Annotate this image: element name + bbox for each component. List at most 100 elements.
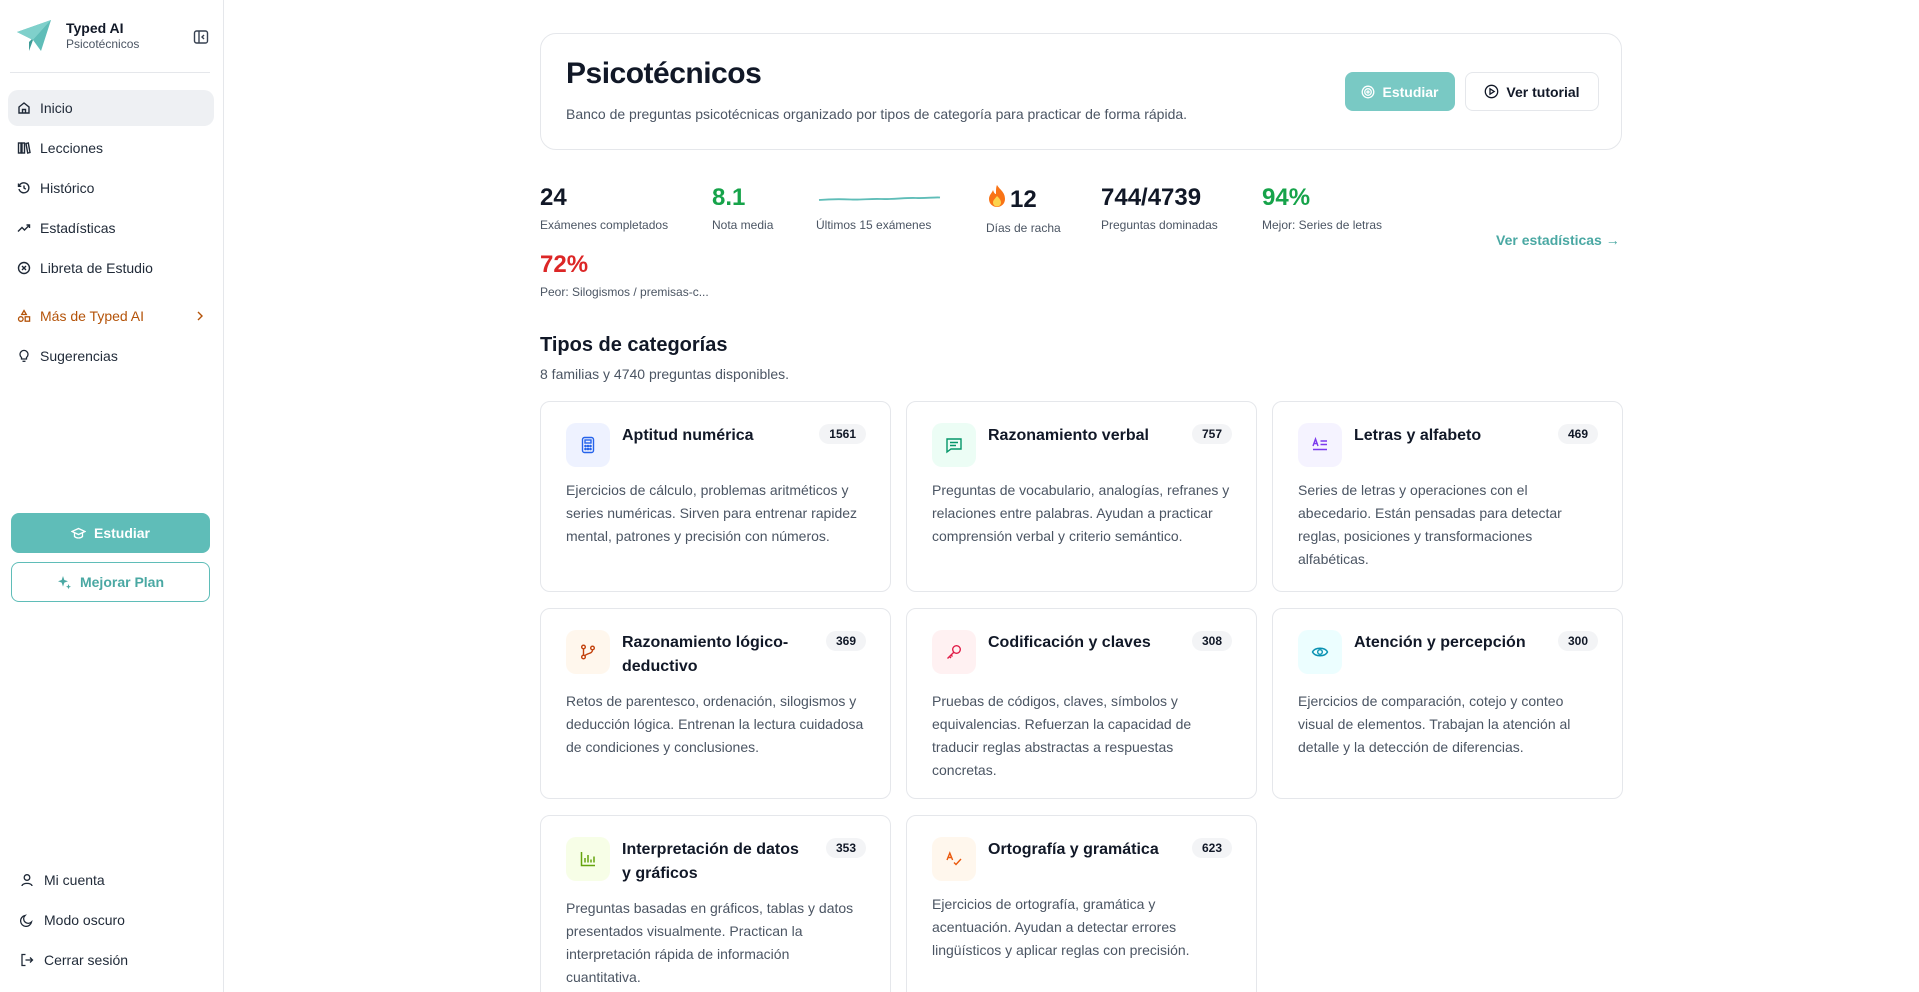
category-card-razonamiento-logico[interactable]: Razonamiento lógico-deductivo 369 Retos … bbox=[540, 608, 891, 799]
paper-plane-logo-icon bbox=[14, 16, 54, 56]
books-icon bbox=[17, 141, 31, 155]
header-study-button[interactable]: Estudiar bbox=[1345, 72, 1455, 111]
category-card-interpretacion-datos[interactable]: Interpretación de datos y gráficos 353 P… bbox=[540, 815, 891, 992]
stat-value: 8.1 bbox=[712, 184, 746, 211]
sidebar-item-mas-typed-ai[interactable]: Más de Typed AI bbox=[8, 298, 214, 334]
sidebar-item-inicio[interactable]: Inicio bbox=[8, 90, 214, 126]
stat-value: 72% bbox=[540, 251, 589, 278]
sparkles-icon bbox=[57, 575, 72, 590]
category-title: Ortografía y gramática bbox=[988, 841, 1159, 858]
alphabet-icon bbox=[1298, 423, 1342, 467]
stat-label: Nota media bbox=[712, 218, 774, 232]
category-title: Interpretación de datos y gráficos bbox=[622, 841, 799, 882]
sidebar-collapse-icon[interactable] bbox=[190, 26, 212, 48]
play-circle-icon bbox=[1484, 84, 1499, 99]
stat-label: Días de racha bbox=[986, 221, 1061, 235]
sidebar-item-label: Libreta de Estudio bbox=[40, 260, 153, 276]
my-account-item[interactable]: Mi cuenta bbox=[12, 860, 212, 900]
tutorial-button[interactable]: Ver tutorial bbox=[1465, 72, 1599, 111]
brand-subtitle: Psicotécnicos bbox=[66, 37, 140, 51]
trend-icon bbox=[17, 221, 31, 235]
category-count-badge: 353 bbox=[825, 838, 866, 858]
categories-subtitle: 8 familias y 4740 preguntas disponibles. bbox=[540, 366, 790, 382]
category-title: Aptitud numérica bbox=[622, 427, 754, 444]
category-description: Series de letras y operaciones con el ab… bbox=[1298, 482, 1562, 567]
fire-icon bbox=[986, 184, 1008, 215]
categories-title: Tipos de categorías bbox=[540, 334, 728, 356]
lightbulb-icon bbox=[17, 349, 31, 363]
category-description: Ejercicios de ortografía, gramática y ac… bbox=[932, 896, 1190, 958]
category-count-badge: 1561 bbox=[819, 424, 866, 444]
footer-item-label: Cerrar sesión bbox=[44, 952, 129, 968]
stat-label: Exámenes completados bbox=[540, 218, 669, 232]
category-count-badge: 369 bbox=[825, 631, 866, 651]
category-card-codificacion-claves[interactable]: Codificación y claves 308 Pruebas de cód… bbox=[906, 608, 1257, 799]
category-card-ortografia-gramatica[interactable]: Ortografía y gramática 623 Ejercicios de… bbox=[906, 815, 1257, 992]
sidebar-item-estadisticas[interactable]: Estadísticas bbox=[8, 210, 214, 246]
stat-trend: Últimos 15 exámenes bbox=[816, 184, 942, 232]
stat-worst: 72% Peor: Silogismos / premisas-c... bbox=[540, 251, 709, 299]
category-description: Ejercicios de comparación, cotejo y cont… bbox=[1298, 693, 1571, 755]
logout-item[interactable]: Cerrar sesión bbox=[12, 940, 212, 980]
category-title: Letras y alfabeto bbox=[1354, 427, 1482, 444]
user-icon bbox=[20, 873, 34, 887]
sidebar: Typed AI Psicotécnicos Inicio Lecciones … bbox=[0, 0, 224, 992]
category-description: Retos de parentesco, ordenación, silogis… bbox=[566, 693, 864, 755]
sidebar-footer: Mi cuenta Modo oscuro Cerrar sesión bbox=[12, 860, 212, 980]
key-icon bbox=[932, 630, 976, 674]
view-stats-link[interactable]: Ver estadísticas → bbox=[1496, 232, 1620, 248]
sidebar-item-label: Estadísticas bbox=[40, 220, 116, 236]
category-card-razonamiento-verbal[interactable]: Razonamiento verbal 757 Preguntas de voc… bbox=[906, 401, 1257, 592]
stat-label: Últimos 15 exámenes bbox=[816, 218, 932, 232]
category-card-aptitud-numerica[interactable]: Aptitud numérica 1561 Ejercicios de cálc… bbox=[540, 401, 891, 592]
category-count-badge: 300 bbox=[1557, 631, 1598, 651]
sidebar-item-label: Sugerencias bbox=[40, 348, 118, 364]
page-header-card: Psicotécnicos Banco de preguntas psicoté… bbox=[540, 33, 1622, 150]
footer-item-label: Modo oscuro bbox=[44, 912, 125, 928]
stat-streak: 12 Días de racha bbox=[986, 184, 1061, 235]
upgrade-plan-label: Mejorar Plan bbox=[79, 574, 165, 590]
brand-name: Typed AI bbox=[66, 20, 124, 36]
page-title: Psicotécnicos bbox=[566, 57, 762, 90]
stat-value: 94% bbox=[1262, 184, 1311, 211]
bar-chart-icon bbox=[566, 837, 610, 881]
upgrade-plan-button[interactable]: Mejorar Plan bbox=[11, 562, 210, 602]
stat-completed: 24 Exámenes completados bbox=[540, 184, 668, 232]
category-description: Ejercicios de cálculo, problemas aritmét… bbox=[566, 482, 858, 544]
sidebar-item-lecciones[interactable]: Lecciones bbox=[8, 130, 214, 166]
sidebar-study-button[interactable]: Estudiar bbox=[11, 513, 210, 553]
sidebar-study-label: Estudiar bbox=[93, 525, 150, 541]
branch-icon bbox=[566, 630, 610, 674]
dark-mode-item[interactable]: Modo oscuro bbox=[12, 900, 212, 940]
notebook-icon bbox=[17, 261, 31, 275]
sidebar-item-historico[interactable]: Histórico bbox=[8, 170, 214, 206]
sidebar-item-label: Más de Typed AI bbox=[40, 308, 145, 324]
stat-label: Preguntas dominadas bbox=[1101, 218, 1218, 232]
category-title: Atención y percepción bbox=[1354, 634, 1526, 651]
category-description: Preguntas basadas en gráficos, tablas y … bbox=[566, 900, 854, 985]
category-count-badge: 469 bbox=[1557, 424, 1598, 444]
category-title: Codificación y claves bbox=[988, 634, 1151, 651]
sidebar-item-label: Histórico bbox=[40, 180, 95, 196]
stat-value: 12 bbox=[1010, 185, 1037, 213]
stat-value: 744/4739 bbox=[1101, 184, 1202, 211]
sidebar-item-sugerencias[interactable]: Sugerencias bbox=[8, 338, 214, 374]
category-title: Razonamiento verbal bbox=[988, 427, 1149, 444]
trend-sparkline bbox=[818, 196, 941, 201]
sidebar-item-libreta[interactable]: Libreta de Estudio bbox=[8, 250, 214, 286]
stat-value: 24 bbox=[540, 184, 567, 211]
category-description: Preguntas de vocabulario, analogías, ref… bbox=[932, 482, 1230, 544]
spellcheck-icon bbox=[932, 837, 976, 881]
stat-mastered: 744/4739 Preguntas dominadas bbox=[1101, 184, 1218, 232]
logout-icon bbox=[20, 953, 34, 967]
calculator-icon bbox=[566, 423, 610, 467]
chat-icon bbox=[932, 423, 976, 467]
category-card-atencion-percepcion[interactable]: Atención y percepción 300 Ejercicios de … bbox=[1272, 608, 1623, 799]
stat-best: 94% Mejor: Series de letras bbox=[1262, 184, 1382, 232]
category-count-badge: 757 bbox=[1191, 424, 1232, 444]
category-card-letras-alfabeto[interactable]: Letras y alfabeto 469 Series de letras y… bbox=[1272, 401, 1623, 592]
category-title: Razonamiento lógico-deductivo bbox=[622, 634, 789, 675]
category-description: Pruebas de códigos, claves, símbolos y e… bbox=[932, 693, 1192, 778]
stat-average: 8.1 Nota media bbox=[712, 184, 773, 232]
history-icon bbox=[17, 181, 31, 195]
